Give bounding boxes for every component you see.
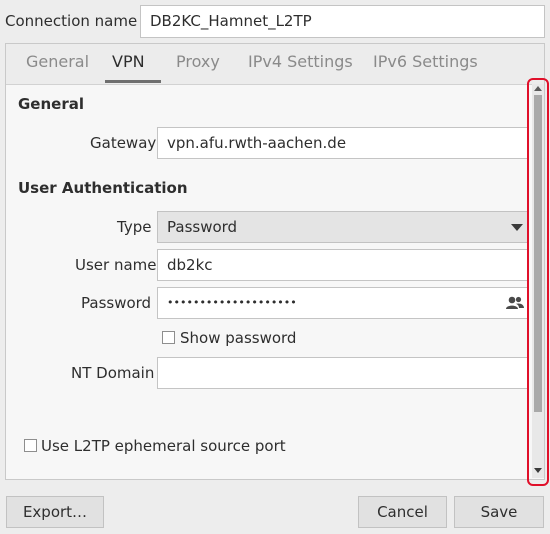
type-select-value: Password — [167, 218, 238, 236]
type-label: Type — [117, 218, 152, 236]
type-select[interactable]: Password — [157, 211, 529, 243]
tab-vpn[interactable]: VPN — [112, 52, 145, 71]
chevron-down-icon — [511, 224, 523, 231]
tab-proxy[interactable]: Proxy — [176, 52, 220, 71]
tab-ipv4-settings[interactable]: IPv4 Settings — [248, 52, 353, 71]
users-icon[interactable] — [505, 295, 525, 311]
save-button[interactable]: Save — [454, 496, 544, 528]
general-section-heading: General — [18, 95, 84, 113]
ephemeral-port-checkbox[interactable] — [24, 439, 37, 452]
tab-bar: General VPN Proxy IPv4 Settings IPv6 Set… — [6, 44, 544, 85]
active-tab-indicator — [105, 80, 161, 83]
tab-general[interactable]: General — [26, 52, 89, 71]
nt-domain-label: NT Domain — [71, 364, 155, 382]
password-value: •••••••••••••••••••• — [167, 296, 297, 309]
gateway-label: Gateway — [90, 134, 157, 152]
gateway-input[interactable]: vpn.afu.rwth-aachen.de — [157, 127, 529, 159]
show-password-checkbox[interactable] — [162, 331, 175, 344]
connection-name-input[interactable]: DB2KC_Hamnet_L2TP — [140, 5, 545, 38]
scrollbar-highlight-outline — [527, 78, 549, 486]
nt-domain-input[interactable] — [157, 357, 529, 389]
ephemeral-port-label: Use L2TP ephemeral source port — [41, 437, 286, 455]
connection-name-label: Connection name — [5, 12, 138, 30]
password-input[interactable]: •••••••••••••••••••• — [157, 287, 529, 319]
password-label: Password — [81, 294, 152, 312]
show-password-label: Show password — [180, 329, 297, 347]
tab-ipv6-settings[interactable]: IPv6 Settings — [373, 52, 478, 71]
username-input[interactable]: db2kc — [157, 249, 529, 281]
username-label: User name — [75, 256, 157, 274]
user-auth-section-heading: User Authentication — [18, 179, 188, 197]
export-button[interactable]: Export… — [6, 496, 104, 528]
cancel-button[interactable]: Cancel — [358, 496, 447, 528]
